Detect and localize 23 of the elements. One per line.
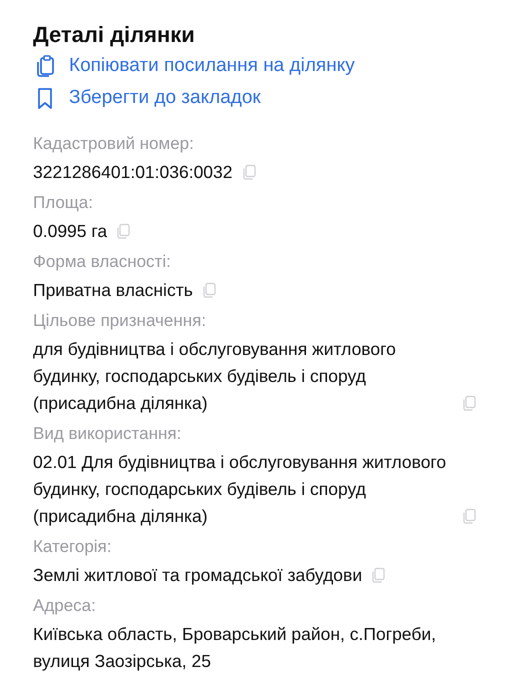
field-value: 0.0995 га [33, 220, 108, 243]
field-label: Вид використання: [33, 423, 182, 445]
copy-icon[interactable] [370, 567, 386, 583]
copy-icon[interactable] [115, 223, 132, 239]
action-link[interactable]: Зберегти до закладок [33, 86, 495, 110]
field-value: для будівництва і обслуговування житлового будинку, господарських будівель і споруд (присадибна ділянка) [33, 338, 397, 415]
field-label: Площа: [33, 192, 94, 214]
field-label: Цільове призначення: [33, 310, 208, 332]
field-label: Форма власності: [33, 251, 172, 273]
field-label: Категорія: [33, 536, 112, 558]
field-value: Київська область, Броварський район, с.Погреби, вулиця Заозірська, 25 [33, 623, 438, 673]
copy-icon[interactable] [461, 395, 477, 411]
field-value: Землі житлової та громадської забудови [33, 564, 362, 587]
field-value: 02.01 Для будівництва і обслуговування житлового будинку, господарських будівель і споруд (присадибна ділянка) [33, 451, 448, 528]
copy-icon[interactable] [200, 282, 217, 298]
field-label: Адреса: [33, 595, 97, 617]
field-value: 3221286401:01:036:0032 [33, 161, 233, 184]
section-title: Деталі ділянки [33, 22, 196, 48]
action-link[interactable]: Копіювати посилання на ділянку [33, 54, 495, 78]
copy-icon[interactable] [240, 164, 257, 180]
field-label: Кадастровий номер: [33, 133, 195, 155]
field-value: Приватна власність [33, 279, 193, 302]
copy-icon[interactable] [461, 508, 477, 524]
